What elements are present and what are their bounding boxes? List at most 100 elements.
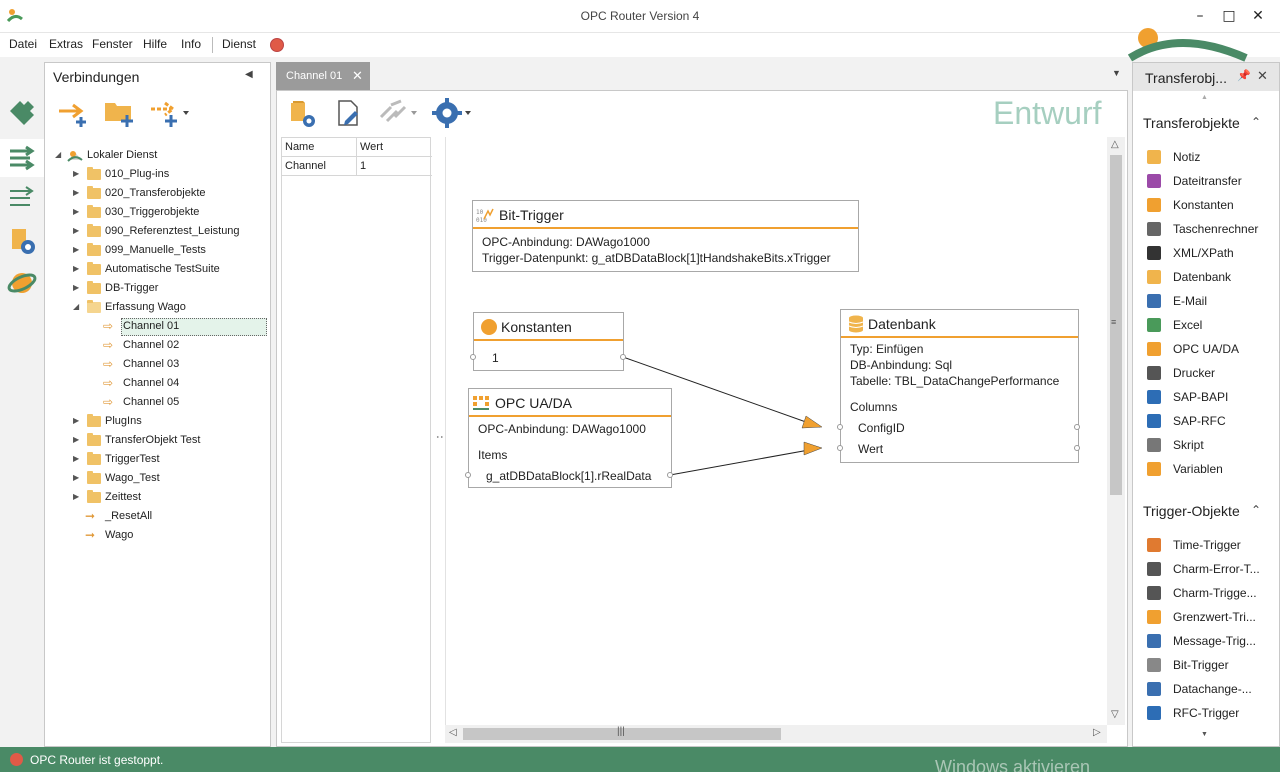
workflow-canvas[interactable]: 10 010 Bit-Trigger OPC-Anbindung: DAWago1… bbox=[445, 137, 1107, 725]
datenbank-node[interactable]: Datenbank Typ: Einfügen DB-Anbindung: Sq… bbox=[837, 309, 1080, 463]
add-folder-button[interactable] bbox=[103, 97, 137, 127]
tool-item[interactable]: OPC UA/DA bbox=[1147, 339, 1279, 363]
tool-item[interactable]: Skript bbox=[1147, 435, 1279, 459]
collapsed-icon[interactable]: ▶ bbox=[73, 169, 81, 179]
menu-hilfe[interactable]: Hilfe bbox=[143, 37, 167, 51]
menu-dienst[interactable]: Dienst bbox=[222, 37, 256, 51]
tree-item-connection[interactable]: ➞ Wago bbox=[45, 527, 270, 546]
close-tab-icon[interactable]: ✕ bbox=[352, 68, 363, 84]
tool-item[interactable]: Message-Trig... bbox=[1147, 631, 1279, 655]
tool-item[interactable]: Drucker bbox=[1147, 363, 1279, 387]
connections-nav-icon[interactable] bbox=[0, 139, 44, 177]
tool-item[interactable]: E-Mail bbox=[1147, 291, 1279, 315]
add-template-dropdown[interactable] bbox=[149, 97, 193, 127]
collapsed-icon[interactable]: ▶ bbox=[73, 245, 81, 255]
tool-item[interactable]: SAP-BAPI bbox=[1147, 387, 1279, 411]
tool-item[interactable]: Taschenrechner bbox=[1147, 219, 1279, 243]
tree-item-channel[interactable]: ⇨ Channel 02 bbox=[103, 337, 267, 356]
tree-item-channel[interactable]: ⇨ Channel 04 bbox=[103, 375, 267, 394]
tool-item[interactable]: Excel bbox=[1147, 315, 1279, 339]
output-port[interactable] bbox=[1074, 445, 1080, 451]
tab-channel-01[interactable]: Channel 01 ✕ bbox=[276, 62, 370, 90]
scroll-up-icon[interactable]: ▲ bbox=[1201, 94, 1208, 101]
collapsed-icon[interactable]: ▶ bbox=[73, 226, 81, 236]
disconnect-dropdown[interactable] bbox=[377, 97, 421, 129]
collapse-section-icon[interactable]: ⌃ bbox=[1251, 503, 1261, 517]
tool-item[interactable]: Time-Trigger bbox=[1147, 535, 1279, 559]
expanded-icon[interactable]: ◢ bbox=[73, 302, 81, 312]
tool-item[interactable]: Datenbank bbox=[1147, 267, 1279, 291]
tool-item[interactable]: Dateitransfer bbox=[1147, 171, 1279, 195]
collapsed-icon[interactable]: ▶ bbox=[73, 416, 81, 426]
channel-settings-button[interactable] bbox=[287, 97, 319, 129]
scroll-up-icon[interactable]: △ bbox=[1111, 139, 1119, 150]
service-status-icon[interactable] bbox=[270, 38, 284, 52]
settings-nav-icon[interactable] bbox=[6, 225, 38, 257]
tool-item[interactable]: XML/XPath bbox=[1147, 243, 1279, 267]
tool-item[interactable]: Notiz bbox=[1147, 147, 1279, 171]
tool-item[interactable]: Grenzwert-Tri... bbox=[1147, 607, 1279, 631]
tool-item[interactable]: Datachange-... bbox=[1147, 679, 1279, 703]
close-window-button[interactable]: ✕ bbox=[1248, 6, 1268, 26]
output-port[interactable] bbox=[667, 472, 673, 478]
vertical-scrollbar[interactable]: △ ≡ ▽ bbox=[1107, 137, 1125, 725]
collapse-section-icon[interactable]: ⌃ bbox=[1251, 115, 1261, 129]
tree-item-channel[interactable]: ⇨ Channel 03 bbox=[103, 356, 267, 375]
input-port[interactable] bbox=[470, 354, 476, 360]
db-column[interactable]: Wert bbox=[858, 442, 883, 456]
input-port[interactable] bbox=[837, 424, 843, 430]
plugin-icon[interactable] bbox=[6, 97, 38, 129]
property-value-cell[interactable]: 1 bbox=[357, 157, 432, 176]
tree-item-folder[interactable]: ▶ 099_Manuelle_Tests bbox=[45, 242, 270, 261]
section-transfer-objects[interactable]: Transferobjekte bbox=[1143, 115, 1240, 131]
menu-fenster[interactable]: Fenster bbox=[92, 37, 133, 51]
tree-item-channel[interactable]: ⇨ Channel 01 bbox=[103, 318, 267, 337]
tool-item[interactable]: Variablen bbox=[1147, 459, 1279, 483]
tree-item-folder[interactable]: ▶ 090_Referenztest_Leistung bbox=[45, 223, 270, 242]
tree-item-folder[interactable]: ▶ TransferObjekt Test bbox=[45, 432, 270, 451]
collapsed-icon[interactable]: ▶ bbox=[73, 283, 81, 293]
menu-extras[interactable]: Extras bbox=[49, 37, 83, 51]
opc-router-nav-icon[interactable] bbox=[6, 267, 38, 299]
tree-item-channel[interactable]: ⇨ Channel 05 bbox=[103, 394, 267, 413]
konstanten-node[interactable]: Konstanten 1 bbox=[470, 312, 626, 371]
scroll-down-icon[interactable]: ▼ bbox=[1201, 731, 1208, 738]
section-trigger-objects[interactable]: Trigger-Objekte bbox=[1143, 503, 1240, 519]
minimize-button[interactable]: – bbox=[1190, 6, 1210, 26]
db-column[interactable]: ConfigID bbox=[858, 421, 905, 435]
tree-item-folder[interactable]: ▶ DB-Trigger bbox=[45, 280, 270, 299]
maximize-button[interactable]: □ bbox=[1219, 6, 1239, 26]
collapsed-icon[interactable]: ▶ bbox=[73, 473, 81, 483]
tree-item-folder[interactable]: ▶ Automatische TestSuite bbox=[45, 261, 270, 280]
tree-item-folder[interactable]: ▶ Zeittest bbox=[45, 489, 270, 508]
tree-item-root[interactable]: ◢ Lokaler Dienst bbox=[45, 147, 270, 166]
expanded-icon[interactable]: ◢ bbox=[55, 150, 63, 160]
tool-item[interactable]: Charm-Trigge... bbox=[1147, 583, 1279, 607]
collapse-panel-icon[interactable]: ◀ bbox=[245, 69, 253, 80]
input-port[interactable] bbox=[837, 445, 843, 451]
menu-datei[interactable]: Datei bbox=[9, 37, 37, 51]
bit-trigger-node[interactable]: 10 010 Bit-Trigger OPC-Anbindung: DAWago1… bbox=[472, 200, 859, 272]
tree-item-folder[interactable]: ▶ Wago_Test bbox=[45, 470, 270, 489]
pin-icon[interactable]: 📌 bbox=[1237, 69, 1251, 82]
tool-item[interactable]: Charm-Error-T... bbox=[1147, 559, 1279, 583]
tree-item-connection[interactable]: ➞ _ResetAll bbox=[45, 508, 270, 527]
input-port[interactable] bbox=[465, 472, 471, 478]
settings-gear-dropdown[interactable] bbox=[431, 97, 475, 129]
edit-document-button[interactable] bbox=[333, 97, 365, 129]
tool-item[interactable]: Konstanten bbox=[1147, 195, 1279, 219]
collapsed-icon[interactable]: ▶ bbox=[73, 207, 81, 217]
transfer-nav-icon[interactable] bbox=[6, 183, 38, 215]
scroll-right-icon[interactable]: ▷ bbox=[1093, 727, 1101, 738]
tool-item[interactable]: Bit-Trigger bbox=[1147, 655, 1279, 679]
menu-info[interactable]: Info bbox=[181, 37, 201, 51]
opc-item[interactable]: g_atDBDataBlock[1].rRealData bbox=[486, 469, 651, 483]
collapsed-icon[interactable]: ▶ bbox=[73, 264, 81, 274]
tree-item-folder[interactable]: ▶ 030_Triggerobjekte bbox=[45, 204, 270, 223]
collapsed-icon[interactable]: ▶ bbox=[73, 188, 81, 198]
tab-list-dropdown-icon[interactable]: ▼ bbox=[1112, 68, 1121, 78]
tree-item-folder[interactable]: ▶ TriggerTest bbox=[45, 451, 270, 470]
scroll-left-icon[interactable]: ◁ bbox=[449, 727, 457, 738]
tree-item-folder[interactable]: ▶ PlugIns bbox=[45, 413, 270, 432]
tree-item-folder[interactable]: ▶ 020_Transferobjekte bbox=[45, 185, 270, 204]
